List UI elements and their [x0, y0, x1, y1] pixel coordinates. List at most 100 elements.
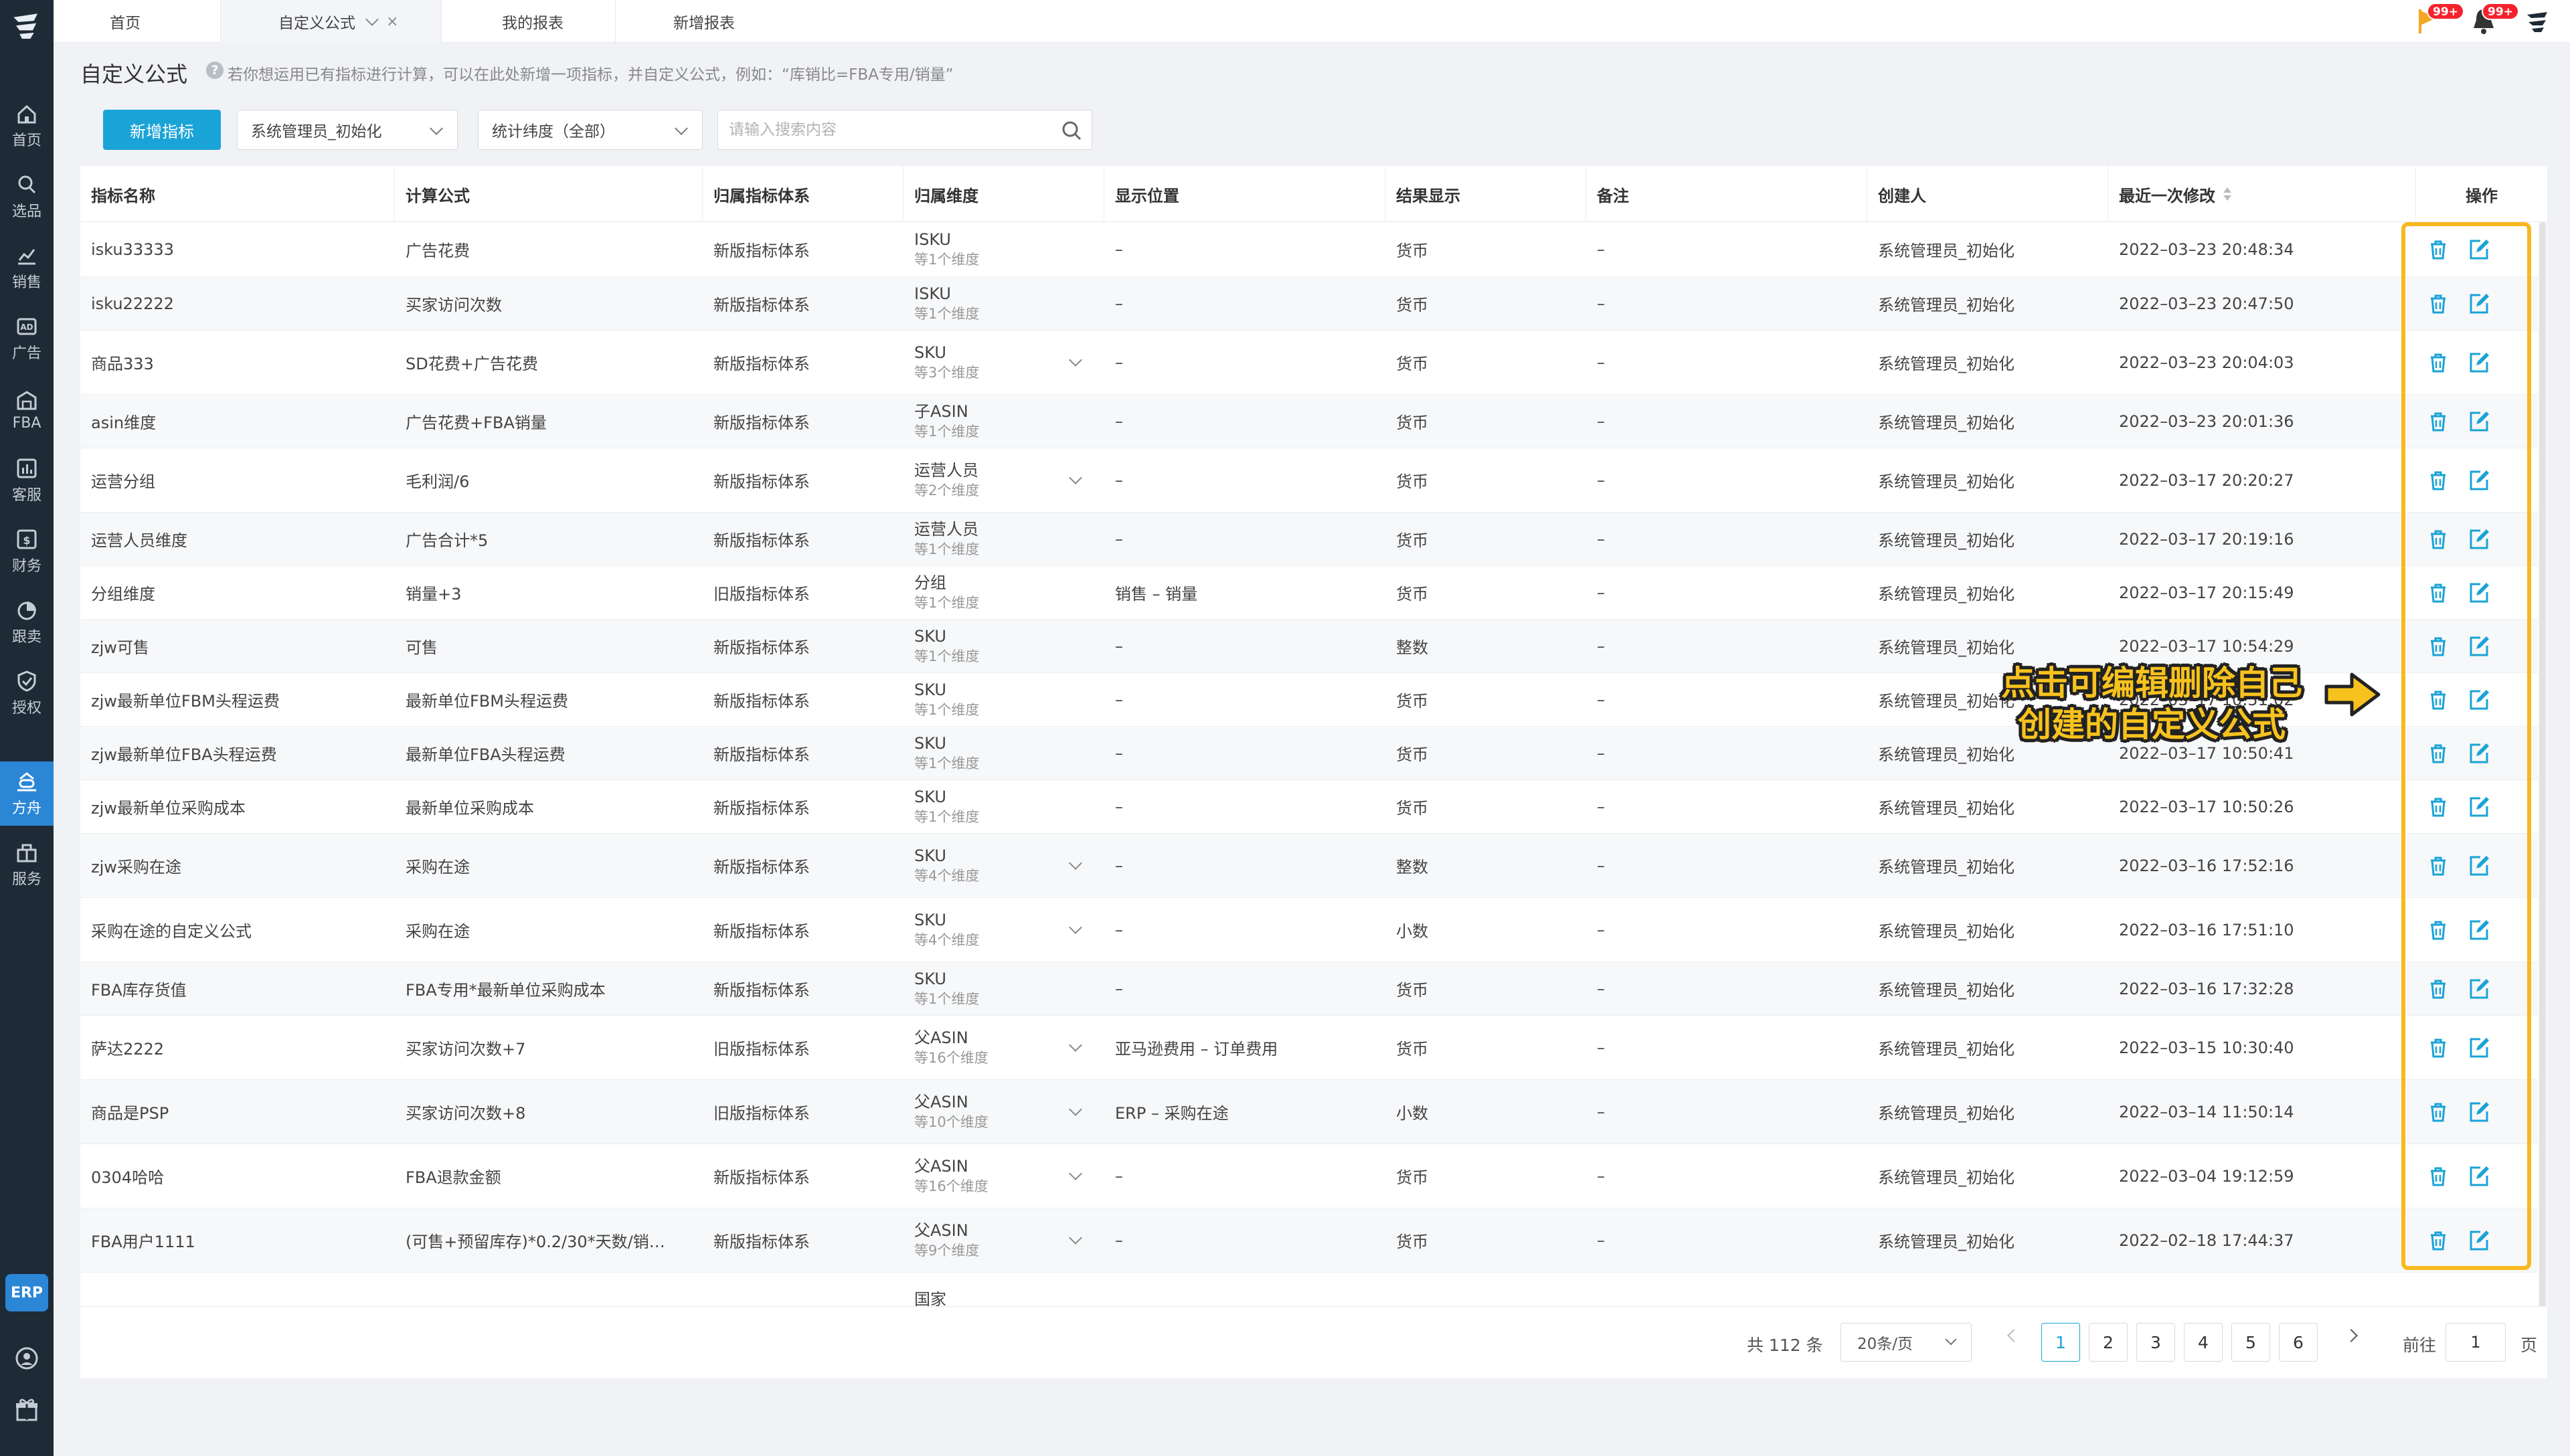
sidebar-item-0[interactable]: 首页 — [0, 94, 54, 158]
cell-position: – — [1115, 1231, 1123, 1250]
vertical-scrollbar[interactable] — [2538, 222, 2547, 1373]
page-button-2[interactable]: 2 — [2089, 1323, 2128, 1362]
delete-icon[interactable] — [2427, 854, 2450, 877]
tab-custom-formula[interactable]: 自定义公式 × — [221, 0, 442, 43]
add-metric-button[interactable]: 新增指标 — [103, 110, 221, 150]
edit-icon[interactable] — [2467, 527, 2491, 551]
edit-icon[interactable] — [2467, 854, 2491, 878]
page-size-select[interactable]: 20条/页 — [1840, 1323, 1972, 1362]
search-input[interactable] — [729, 118, 1037, 141]
sort-icon[interactable] — [2222, 186, 2231, 202]
edit-icon[interactable] — [2467, 795, 2491, 819]
scrollbar-thumb[interactable] — [2539, 222, 2546, 1373]
edit-icon[interactable] — [2467, 688, 2491, 712]
help-icon[interactable] — [13, 1345, 40, 1372]
delete-icon[interactable] — [2427, 689, 2450, 711]
edit-icon[interactable] — [2467, 977, 2491, 1001]
tab-new-report[interactable]: 新增报表 — [616, 0, 776, 43]
delete-icon[interactable] — [2427, 1036, 2450, 1059]
bell-notification-button[interactable]: 99+ — [2467, 3, 2519, 37]
goto-page-input[interactable]: 1 — [2446, 1323, 2506, 1362]
cell-name: FBA库存货值 — [91, 981, 187, 1000]
dimension-count: 等3个维度 — [914, 364, 980, 381]
user-menu-button[interactable] — [2522, 4, 2555, 37]
delete-icon[interactable] — [2427, 410, 2450, 433]
tab-my-reports[interactable]: 我的报表 — [442, 0, 616, 43]
sidebar-item-1[interactable]: 选品 — [0, 165, 54, 229]
delete-icon[interactable] — [2427, 581, 2450, 604]
edit-icon[interactable] — [2467, 410, 2491, 434]
cell-modified: 2022–03–23 20:04:03 — [2119, 353, 2294, 372]
annotation-line-2: 创建的自定义公式 — [2018, 705, 2286, 744]
delete-icon[interactable] — [2427, 469, 2450, 492]
edit-icon[interactable] — [2467, 292, 2491, 316]
edit-icon[interactable] — [2467, 634, 2491, 658]
total-count: 共 112 条 — [1747, 1336, 1823, 1355]
next-page-button[interactable] — [2344, 1329, 2358, 1342]
dimension-primary: ISKU — [914, 284, 951, 303]
edit-icon[interactable] — [2467, 918, 2491, 942]
header-position: 显示位置 — [1104, 166, 1385, 222]
page-button-5[interactable]: 5 — [2231, 1323, 2270, 1362]
edit-icon[interactable] — [2467, 468, 2491, 492]
delete-icon[interactable] — [2427, 238, 2450, 261]
warehouse-icon — [17, 390, 37, 410]
edit-icon[interactable] — [2467, 1036, 2491, 1060]
dimension-primary: SKU — [914, 680, 946, 699]
sidebar-item-9[interactable]: 方舟 — [0, 761, 54, 826]
cell-modified: 2022–02–18 17:44:37 — [2119, 1231, 2294, 1250]
cell-result: 货币 — [1396, 585, 1428, 604]
annotation-line-1: 点击可编辑删除自己 — [2001, 664, 2302, 703]
edit-icon[interactable] — [2467, 351, 2491, 375]
sidebar-item-5[interactable]: 客服 — [0, 448, 54, 513]
edit-icon[interactable] — [2467, 238, 2491, 262]
prev-page-button[interactable] — [2007, 1329, 2021, 1342]
flag-notification-button[interactable]: 99+ — [2412, 3, 2464, 37]
sidebar-item-2[interactable]: 销售 — [0, 236, 54, 300]
page-button-4[interactable]: 4 — [2184, 1323, 2223, 1362]
delete-icon[interactable] — [2427, 635, 2450, 658]
close-icon[interactable]: × — [386, 13, 398, 30]
cell-formula: 广告合计*5 — [406, 531, 489, 550]
dimension-count: 等9个维度 — [914, 1242, 980, 1259]
gift-icon[interactable] — [13, 1396, 40, 1423]
search-box — [717, 110, 1092, 150]
delete-icon[interactable] — [2427, 1165, 2450, 1188]
creator-select[interactable]: 系统管理员_初始化 — [237, 110, 458, 150]
delete-icon[interactable] — [2427, 978, 2450, 1000]
delete-icon[interactable] — [2427, 796, 2450, 818]
chevron-down-icon[interactable] — [365, 13, 379, 26]
edit-icon[interactable] — [2467, 1100, 2491, 1124]
page-button-3[interactable]: 3 — [2136, 1323, 2175, 1362]
tab-home[interactable]: 首页 — [54, 0, 221, 43]
delete-icon[interactable] — [2427, 1229, 2450, 1252]
delete-icon[interactable] — [2427, 292, 2450, 315]
cell-name: 运营人员维度 — [91, 531, 187, 550]
sidebar-item-3[interactable]: AD 广告 — [0, 306, 54, 371]
edit-icon[interactable] — [2467, 1228, 2491, 1253]
edit-icon[interactable] — [2467, 741, 2491, 765]
sidebar-item-10[interactable]: 服务 — [0, 832, 54, 897]
sidebar-item-7[interactable]: 跟卖 — [0, 590, 54, 654]
ad-icon: AD — [17, 318, 37, 335]
dimension-select[interactable]: 统计纬度（全部） — [478, 110, 703, 150]
edit-icon[interactable] — [2467, 1164, 2491, 1188]
delete-icon[interactable] — [2427, 351, 2450, 374]
cell-formula: 销量+3 — [406, 585, 462, 604]
page-button-6[interactable]: 6 — [2279, 1323, 2318, 1362]
delete-icon[interactable] — [2427, 919, 2450, 941]
delete-icon[interactable] — [2427, 528, 2450, 551]
app-logo-icon[interactable] — [8, 7, 46, 47]
cell-note: – — [1597, 583, 1605, 602]
header-modified[interactable]: 最近一次修改 — [2108, 166, 2416, 222]
erp-switch-button[interactable]: ERP — [5, 1274, 48, 1311]
delete-icon[interactable] — [2427, 742, 2450, 765]
edit-icon[interactable] — [2467, 581, 2491, 605]
delete-icon[interactable] — [2427, 1101, 2450, 1123]
page-button-1[interactable]: 1 — [2041, 1323, 2080, 1362]
sidebar-item-8[interactable]: 授权 — [0, 661, 54, 725]
search-icon[interactable] — [1061, 120, 1082, 141]
cell-result: 整数 — [1396, 858, 1428, 877]
sidebar-item-6[interactable]: $ 财务 — [0, 519, 54, 583]
sidebar-item-4[interactable]: FBA — [0, 377, 54, 442]
